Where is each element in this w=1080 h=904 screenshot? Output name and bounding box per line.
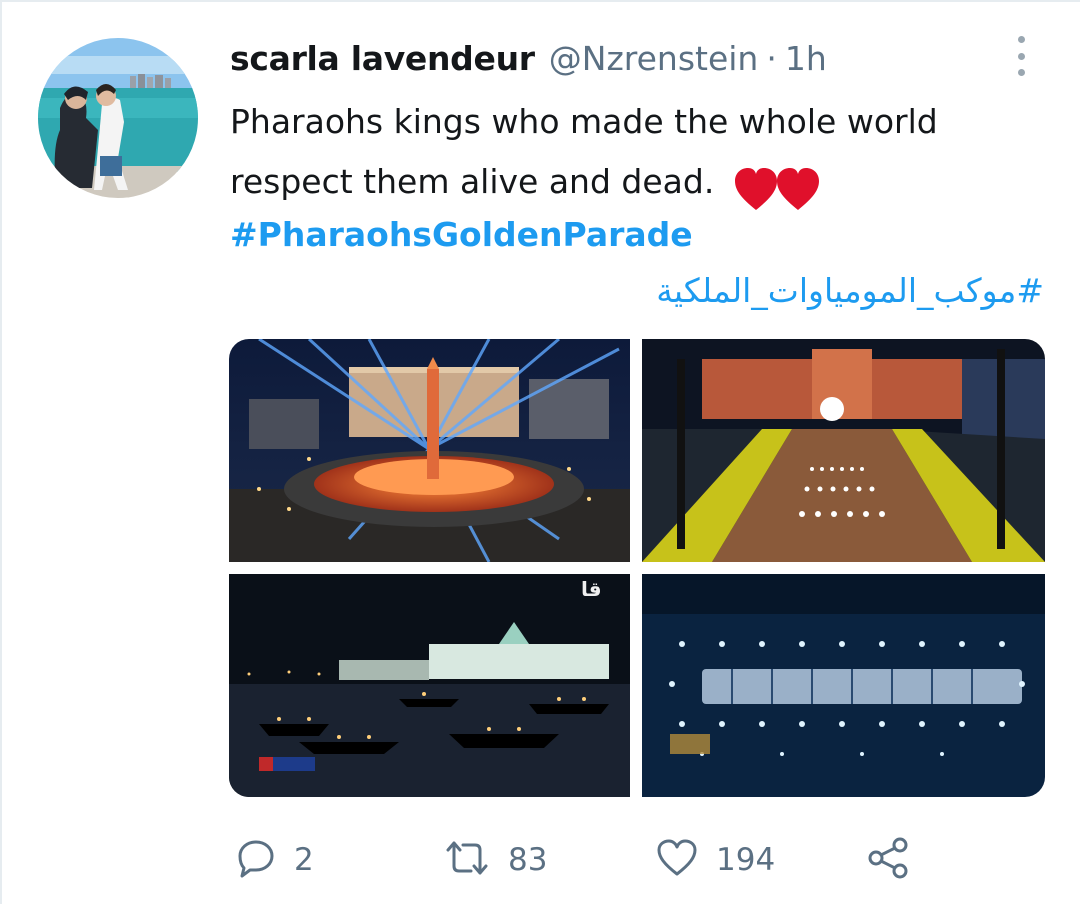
- red-heart-emoji: [734, 167, 819, 210]
- more-options-button[interactable]: [1010, 36, 1032, 76]
- author-handle[interactable]: @Nzrenstein: [549, 39, 759, 78]
- tweet-actions: 2 83 194: [230, 832, 1030, 888]
- tweet-text: Pharaohs kings who made the whole world …: [230, 92, 1030, 212]
- photo-tahrir-square[interactable]: [229, 339, 630, 562]
- retweet-count: 83: [508, 842, 548, 878]
- share-icon: [866, 836, 910, 884]
- more-vertical-icon: [1017, 36, 1025, 76]
- photo-parade-procession[interactable]: [642, 339, 1045, 562]
- top-divider: [0, 0, 1080, 2]
- like-button[interactable]: 194: [656, 832, 775, 888]
- tweet-body: Pharaohs kings who made the whole world …: [230, 102, 938, 201]
- meta-separator: ·: [766, 38, 777, 78]
- left-divider: [0, 0, 2, 904]
- reply-count: 2: [294, 842, 314, 878]
- hashtag-link-arabic[interactable]: #موكب_المومياوات_الملكية: [656, 266, 1044, 316]
- photo-stage-lights[interactable]: [642, 574, 1045, 797]
- share-button[interactable]: [866, 832, 910, 888]
- reply-button[interactable]: 2: [236, 832, 314, 888]
- retweet-icon: [444, 838, 490, 882]
- photo-grid: قا: [229, 339, 1045, 797]
- hashtag-link[interactable]: #PharaohsGoldenParade: [230, 210, 693, 260]
- tweet-header: scarla lavendeur @Nzrenstein · 1h: [230, 36, 827, 80]
- author-display-name[interactable]: scarla lavendeur: [230, 39, 535, 78]
- like-count: 194: [716, 842, 776, 878]
- tweet-timestamp[interactable]: 1h: [785, 39, 827, 78]
- retweet-button[interactable]: 83: [444, 832, 547, 888]
- reply-icon: [236, 838, 276, 882]
- heart-outline-icon: [656, 838, 698, 882]
- channel-logo: قا: [581, 577, 602, 601]
- photo-nile-boats[interactable]: قا: [229, 574, 630, 797]
- avatar[interactable]: [38, 38, 198, 198]
